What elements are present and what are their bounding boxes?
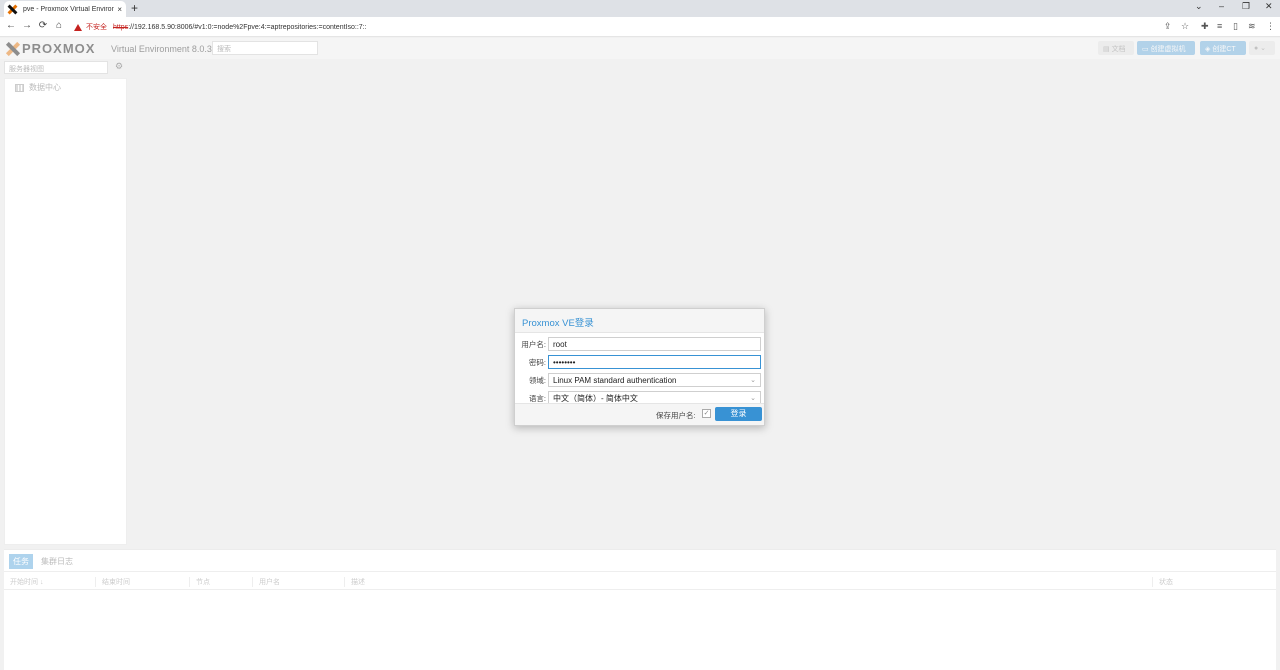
chevron-down-icon[interactable]: ⌄ <box>750 376 756 384</box>
pve-header: PROXMOX Virtual Environment 8.0.3 搜索 ▤ 文… <box>0 38 1280 59</box>
realm-select[interactable]: Linux PAM standard authentication ⌄ <box>548 373 761 387</box>
browser-tab-bar: pve - Proxmox Virtual Environment × + ⌄ … <box>0 0 1280 17</box>
browser-toolbar: ← → ⟳ ⌂ 不安全 https ://192.168.5.90:8006/#… <box>0 17 1280 37</box>
minimize-icon[interactable]: – <box>1219 1 1224 11</box>
browser-tab[interactable]: pve - Proxmox Virtual Environment × <box>4 1 126 17</box>
language-value: 中文（简体）- 简体中文 <box>553 393 638 404</box>
chevron-down-icon[interactable]: ⌄ <box>750 394 756 402</box>
docs-button[interactable]: ▤ 文档 <box>1098 41 1134 55</box>
url-scheme: https <box>113 24 128 31</box>
log-panel: 任务 集群日志 开始时间 ↓ 结束时间 节点 用户名 描述 状态 <box>4 549 1276 670</box>
search-input[interactable]: 搜索 <box>212 41 318 55</box>
col-status[interactable]: 状态 <box>1153 577 1276 587</box>
address-bar[interactable]: 不安全 https ://192.168.5.90:8006/#v1:0:=no… <box>70 19 1195 35</box>
url-text: ://192.168.5.90:8006/#v1:0:=node%2Fpve:4… <box>128 24 366 31</box>
login-dialog: Proxmox VE登录 用户名: root 密码: •••••••• 领域: … <box>514 308 765 426</box>
new-tab-button[interactable]: + <box>131 1 138 15</box>
save-username-label: 保存用户名: <box>656 410 696 421</box>
create-ct-label: 创建CT <box>1212 46 1235 53</box>
extensions-icon[interactable]: ✚ <box>1201 21 1209 32</box>
create-vm-label: 创建虚拟机 <box>1151 46 1186 53</box>
datacenter-icon <box>15 84 24 92</box>
password-value: •••••••• <box>553 358 575 367</box>
col-start-time[interactable]: 开始时间 ↓ <box>4 577 96 587</box>
gear-icon[interactable]: ⚙ <box>115 61 123 72</box>
login-dialog-footer: 保存用户名: ✓ 登录 <box>515 403 764 425</box>
side-panel-icon[interactable]: ▯ <box>1233 21 1238 32</box>
tab-title: pve - Proxmox Virtual Environment <box>23 6 114 13</box>
user-icon: ● ⌄ <box>1254 45 1266 52</box>
login-dialog-title: Proxmox VE登录 <box>515 309 764 333</box>
insecure-label[interactable]: 不安全 <box>86 22 107 32</box>
password-field[interactable]: •••••••• <box>548 355 761 369</box>
tree-item-label: 数据中心 <box>29 82 61 93</box>
resource-tree: 数据中心 <box>4 78 127 545</box>
proxmox-favicon-icon <box>8 5 17 14</box>
login-button[interactable]: 登录 <box>715 407 762 421</box>
proxmox-logo: PROXMOX <box>6 41 95 56</box>
realm-label: 领域: <box>518 375 548 386</box>
username-value: root <box>553 340 567 349</box>
book-icon: ▤ <box>1103 46 1112 53</box>
home-icon[interactable]: ⌂ <box>53 20 65 31</box>
username-field[interactable]: root <box>548 337 761 351</box>
cast-icon[interactable]: ≋ <box>1248 21 1256 32</box>
view-select[interactable]: 服务器视图 <box>4 61 108 74</box>
warning-icon[interactable] <box>74 24 82 31</box>
monitor-icon: ▭ <box>1142 46 1151 53</box>
logo-text: PROXMOX <box>22 41 95 56</box>
close-window-icon[interactable]: ✕ <box>1265 1 1273 12</box>
col-node[interactable]: 节点 <box>190 577 253 587</box>
version-label: Virtual Environment 8.0.3 <box>111 44 212 54</box>
restore-icon[interactable]: ❐ <box>1242 1 1250 12</box>
username-row: 用户名: root <box>518 335 761 353</box>
username-label: 用户名: <box>518 339 548 350</box>
share-icon[interactable]: ⇪ <box>1164 21 1172 32</box>
create-ct-button[interactable]: ◈ 创建CT <box>1200 41 1246 55</box>
tab-search-icon[interactable]: ⌄ <box>1195 1 1203 12</box>
reading-list-icon[interactable]: ≡ <box>1217 21 1222 31</box>
reload-icon[interactable]: ⟳ <box>37 20 49 31</box>
create-vm-button[interactable]: ▭ 创建虚拟机 <box>1137 41 1195 55</box>
language-label: 语言: <box>518 393 548 404</box>
col-username[interactable]: 用户名 <box>253 577 345 587</box>
password-row: 密码: •••••••• <box>518 353 761 371</box>
col-end-time[interactable]: 结束时间 <box>96 577 190 587</box>
log-table-header: 开始时间 ↓ 结束时间 节点 用户名 描述 状态 <box>4 571 1276 590</box>
user-menu-button[interactable]: ● ⌄ <box>1249 41 1275 55</box>
proxmox-x-icon <box>6 42 20 56</box>
docs-label: 文档 <box>1112 46 1126 53</box>
col-description[interactable]: 描述 <box>345 577 1153 587</box>
back-icon[interactable]: ← <box>5 20 17 31</box>
tab-cluster-log[interactable]: 集群日志 <box>37 554 77 569</box>
tab-tasks[interactable]: 任务 <box>9 554 33 569</box>
menu-icon[interactable]: ⋮ <box>1266 21 1275 32</box>
forward-icon[interactable]: → <box>21 20 33 31</box>
tree-item-datacenter[interactable]: 数据中心 <box>5 79 126 96</box>
tab-close-button[interactable]: × <box>117 5 122 14</box>
realm-value: Linux PAM standard authentication <box>553 376 676 385</box>
realm-row: 领域: Linux PAM standard authentication ⌄ <box>518 371 761 389</box>
bookmark-star-icon[interactable]: ☆ <box>1181 21 1189 32</box>
password-label: 密码: <box>518 357 548 368</box>
save-username-checkbox[interactable]: ✓ <box>702 409 711 418</box>
